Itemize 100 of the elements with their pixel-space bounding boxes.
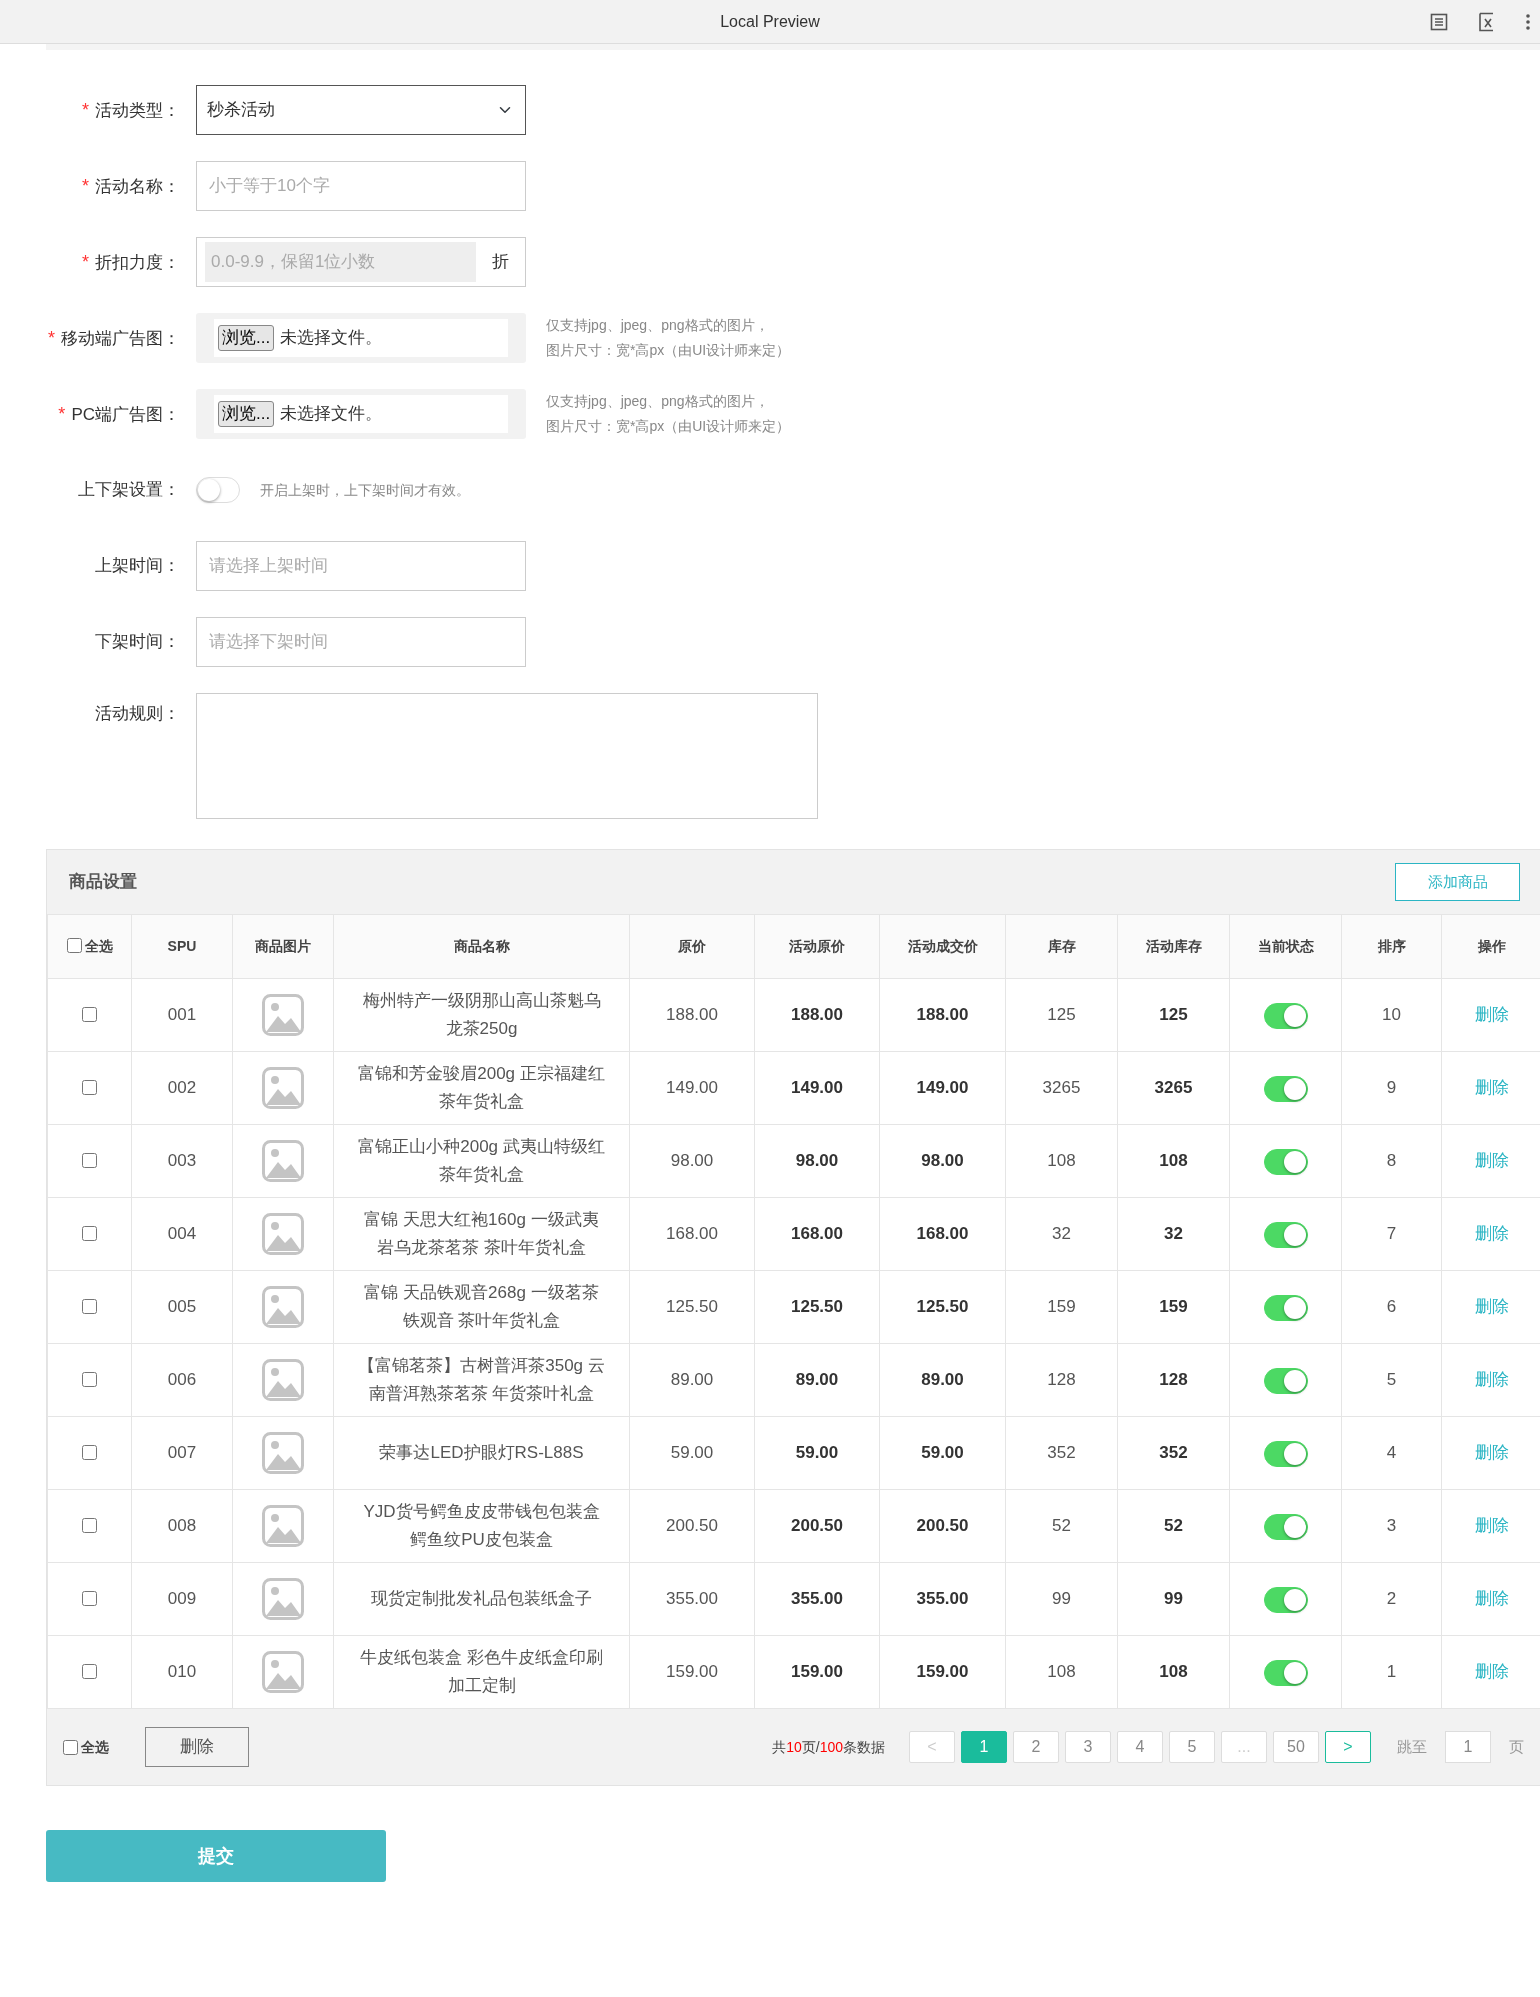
sort-text: 3 [1386,1516,1397,1535]
price-text: 89.00 [795,1370,839,1389]
delete-link[interactable]: 删除 [1474,1516,1509,1535]
product-name: 【富锦茗茶】古树普洱茶350g 云南普洱熟茶茗茶 年货茶叶礼盒 [358,1356,605,1403]
page-button[interactable]: 3 [1065,1731,1111,1763]
page-button[interactable]: 1 [961,1731,1007,1763]
delete-link[interactable]: 删除 [1474,1370,1509,1389]
price-text: 59.00 [670,1443,714,1462]
status-switch[interactable] [1263,1440,1308,1467]
delete-link[interactable]: 删除 [1474,1443,1509,1462]
delete-link[interactable]: 删除 [1474,1151,1509,1170]
status-switch[interactable] [1263,1002,1308,1029]
price-text: 168.00 [791,1224,843,1243]
row-checkbox[interactable] [82,1518,97,1533]
next-page-button[interactable]: > [1325,1731,1371,1763]
row-checkbox[interactable] [82,1445,97,1460]
field-label: 上下架设置： [78,480,180,500]
document-icon[interactable] [1430,13,1448,31]
row-checkbox[interactable] [82,1007,97,1022]
row-checkbox[interactable] [82,1664,97,1679]
column-header: 操作 [1477,938,1506,954]
price-text: 355.00 [666,1589,718,1608]
status-switch[interactable] [1263,1586,1308,1613]
stock-text: 108 [1159,1662,1188,1681]
row-checkbox[interactable] [82,1153,97,1168]
select-all-checkbox[interactable] [63,1739,78,1755]
page-button[interactable]: 5 [1169,1731,1215,1763]
activity-type-select[interactable]: 秒杀活动 [196,85,526,135]
price-text: 200.50 [791,1516,843,1535]
browse-button[interactable]: 浏览... [218,325,275,351]
delete-button[interactable]: 删除 [145,1727,249,1767]
spu-text: 008 [167,1516,197,1535]
delete-link[interactable]: 删除 [1474,1005,1509,1024]
add-product-button[interactable]: 添加商品 [1395,863,1520,901]
submit-button[interactable]: 提交 [46,1830,386,1882]
input-field[interactable]: 请选择上架时间 [196,541,526,591]
select-all-label: 全选 [84,938,113,954]
product-name: 富锦和芳金骏眉200g 正宗福建红茶年货礼盒 [358,1064,605,1111]
page-button[interactable]: 4 [1117,1731,1163,1763]
row-checkbox[interactable] [82,1591,97,1606]
status-switch[interactable] [1263,1294,1308,1321]
page-button[interactable]: 50 [1273,1731,1319,1763]
status-switch[interactable] [1263,1659,1308,1686]
price-text: 159.00 [791,1662,843,1681]
hint-text: 图片尺寸：宽*高px（由UI设计师来定） [546,417,791,436]
page-unit-label: 页 [1509,1736,1524,1757]
sort-text: 2 [1386,1589,1397,1608]
spu-text: 005 [167,1297,197,1316]
formula-icon[interactable] [1478,12,1496,32]
price-text: 59.00 [795,1443,839,1462]
row-checkbox[interactable] [82,1299,97,1314]
select-all-checkbox[interactable] [66,938,82,953]
delete-link[interactable]: 删除 [1474,1297,1509,1316]
sort-text: 6 [1386,1297,1397,1316]
file-status: 未选择文件。 [280,327,383,350]
delete-link[interactable]: 删除 [1474,1662,1509,1681]
more-icon[interactable] [1526,14,1530,30]
page-jump-field[interactable]: 1 [1445,1731,1491,1763]
field-label: 活动规则： [95,704,180,723]
stock-text: 32 [1052,1224,1071,1243]
row-checkbox[interactable] [82,1226,97,1241]
field-label: 折扣力度： [95,252,180,272]
delete-link[interactable]: 删除 [1474,1078,1509,1097]
status-switch[interactable] [1263,1075,1308,1102]
textarea-field[interactable] [196,693,818,819]
stock-text: 99 [1164,1589,1183,1608]
price-text: 98.00 [921,1151,964,1170]
input-field[interactable]: 小于等于10个字 [196,161,526,211]
toggle-switch[interactable] [196,477,240,503]
stock-text: 125 [1047,1005,1076,1024]
input-field[interactable]: 0.0-9.9，保留1位小数 [205,242,476,282]
price-text: 149.00 [666,1078,718,1097]
status-switch[interactable] [1263,1367,1308,1394]
stock-text: 3265 [1154,1078,1193,1097]
price-text: 200.50 [666,1516,718,1535]
price-text: 200.50 [916,1516,969,1535]
row-checkbox[interactable] [82,1372,97,1387]
stock-text: 128 [1159,1370,1188,1389]
page-button[interactable]: 2 [1013,1731,1059,1763]
spu-text: 001 [167,1005,197,1024]
price-text: 149.00 [916,1078,969,1097]
delete-link[interactable]: 删除 [1474,1224,1509,1243]
product-name: 梅州特产一级阴那山高山茶魁乌龙茶250g [362,991,601,1038]
spu-text: 007 [167,1443,197,1462]
status-switch[interactable] [1263,1148,1308,1175]
stock-text: 3265 [1042,1078,1081,1097]
field-label: 上架时间： [95,556,180,576]
price-text: 149.00 [791,1078,843,1097]
column-header: 排序 [1377,938,1406,954]
status-switch[interactable] [1263,1221,1308,1248]
status-switch[interactable] [1263,1513,1308,1540]
stock-text: 159 [1159,1297,1188,1316]
select-all-label: 全选 [81,1737,109,1757]
row-checkbox[interactable] [82,1080,97,1095]
column-header: 原价 [678,938,706,954]
browse-button[interactable]: 浏览... [218,401,275,427]
column-header: SPU [167,938,197,954]
stock-text: 99 [1052,1589,1071,1608]
input-field[interactable]: 请选择下架时间 [196,617,526,667]
delete-link[interactable]: 删除 [1474,1589,1509,1608]
